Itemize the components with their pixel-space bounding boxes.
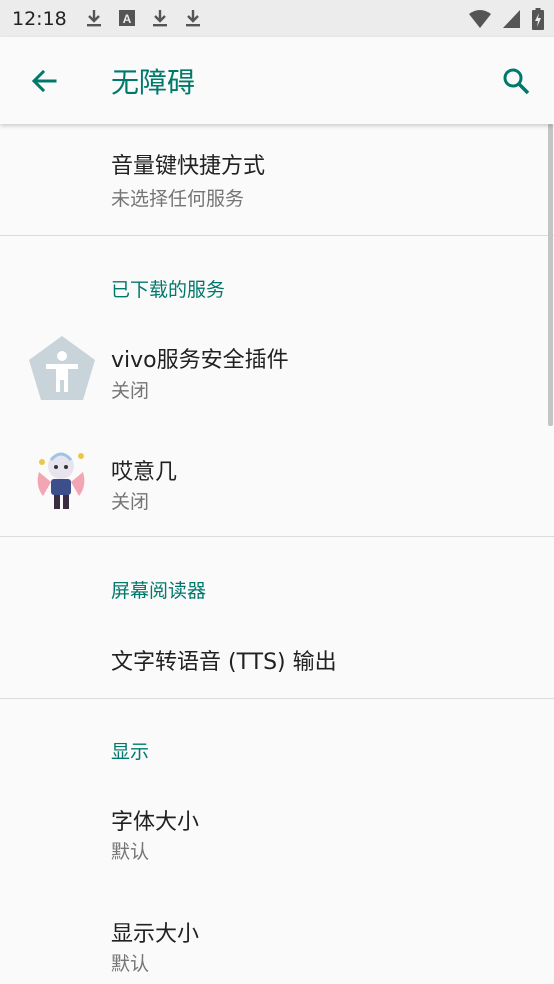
scrollbar[interactable] — [548, 124, 553, 426]
vivo-service-title: vivo服务安全插件 — [111, 348, 289, 373]
vivo-service-subtitle: 关闭 — [111, 380, 150, 402]
section-header-screen-readers: 屏幕阅读器 — [111, 580, 207, 602]
divider — [0, 536, 554, 537]
wifi-icon — [469, 10, 491, 28]
page-title: 无障碍 — [111, 66, 196, 99]
app-bar: 无障碍 — [0, 37, 554, 124]
volume-key-shortcut-item[interactable]: 音量键快捷方式 未选择任何服务 — [0, 124, 554, 235]
battery-charging-icon — [532, 8, 544, 30]
tts-output-title: 文字转语音 (TTS) 输出 — [111, 650, 337, 675]
divider — [0, 698, 554, 699]
aiyiji-item[interactable]: 哎意几 关闭 — [0, 422, 554, 536]
download-icon — [87, 10, 101, 27]
settings-list: 音量键快捷方式 未选择任何服务 已下载的服务 vivo服务安全插件 关闭 哎意几… — [0, 124, 554, 984]
display-size-subtitle: 默认 — [111, 953, 150, 975]
download-icon — [153, 10, 167, 27]
search-icon — [503, 68, 530, 95]
anime-character-icon — [37, 452, 85, 509]
tts-output-item[interactable]: 文字转语音 (TTS) 输出 — [0, 614, 554, 698]
arrow-back-icon — [31, 69, 57, 93]
search-button[interactable] — [494, 59, 538, 103]
system-icons — [468, 8, 544, 30]
accessibility-pentagon-icon — [29, 336, 95, 400]
status-bar: 12:18 A — [0, 0, 554, 37]
font-size-title: 字体大小 — [111, 810, 200, 835]
aiyiji-subtitle: 关闭 — [111, 491, 150, 513]
svg-text:A: A — [123, 12, 132, 26]
aiyiji-title: 哎意几 — [111, 460, 178, 485]
section-header-downloaded-services: 已下载的服务 — [111, 279, 226, 301]
notification-icons: A — [84, 8, 203, 28]
font-size-item[interactable]: 字体大小 默认 — [0, 774, 554, 886]
vivo-service-item[interactable]: vivo服务安全插件 关闭 — [0, 310, 554, 422]
font-size-subtitle: 默认 — [111, 841, 150, 863]
cell-signal-icon — [503, 10, 520, 28]
volume-key-shortcut-subtitle: 未选择任何服务 — [111, 188, 245, 210]
volume-key-shortcut-title: 音量键快捷方式 — [111, 154, 266, 179]
display-size-title: 显示大小 — [111, 922, 200, 947]
text-a-icon: A — [119, 10, 135, 26]
status-time: 12:18 — [12, 8, 67, 30]
divider — [0, 235, 554, 236]
back-button[interactable] — [22, 59, 66, 103]
display-size-item[interactable]: 显示大小 默认 — [0, 886, 554, 984]
section-header-display: 显示 — [111, 741, 150, 763]
download-icon — [186, 10, 200, 27]
